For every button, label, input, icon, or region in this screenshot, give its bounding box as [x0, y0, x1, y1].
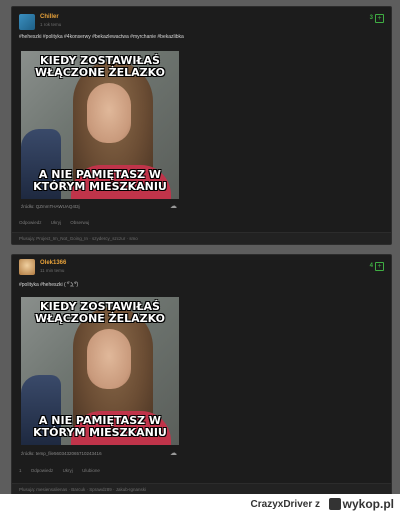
wykop-logo: wykop.pl	[328, 497, 394, 511]
meme-bottom-caption: A NIE PAMIĘTASZ W KTÓRYM MIESZKANIU	[33, 414, 167, 439]
meme-top-caption: KIEDY ZOSTAWIŁAŚ WŁĄCZONE ŻELAZKO	[34, 300, 166, 325]
entry-actions: 1 Odpowiedz Ukryj Ulubione	[19, 468, 108, 473]
avatar[interactable]	[19, 259, 35, 275]
entry-actions: Odpowiedz Ukryj Obserwuj	[19, 220, 97, 225]
author-name[interactable]: Olek1366	[40, 260, 66, 266]
meme-top-caption: KIEDY ZOSTAWIŁAŚ WŁĄCZONE ŻELAZKO	[34, 54, 166, 79]
voters-list[interactable]: Plusują: Project_Im_Not_Going_In · szyde…	[12, 232, 391, 244]
meme-image[interactable]: KIEDY ZOSTAWIŁAŚ WŁĄCZONE ŻELAZKO A NIE …	[21, 297, 179, 445]
tag-list[interactable]: #polityka #heheszki ( ͡° ͜ʖ ͡°)	[19, 282, 78, 288]
plus-button[interactable]: +	[375, 14, 384, 23]
tag-list[interactable]: #heheszki #polityka #4konserwy #bekazlew…	[19, 34, 184, 40]
post-time[interactable]: 11 min temu	[40, 268, 64, 273]
plus-button[interactable]: +	[375, 262, 384, 271]
avatar[interactable]	[19, 14, 35, 30]
wykop-logo-icon	[328, 498, 341, 510]
image-source[interactable]: źródło: QZmmTHAWUAQ4t3j	[21, 204, 80, 209]
comment-count[interactable]: 1	[19, 468, 22, 473]
cloud-download-icon[interactable]: ☁	[170, 449, 177, 457]
meme-image[interactable]: KIEDY ZOSTAWIŁAŚ WŁĄCZONE ŻELAZKO A NIE …	[21, 51, 179, 199]
cloud-download-icon[interactable]: ☁	[170, 202, 177, 210]
post-time[interactable]: 1 rok temu	[40, 22, 61, 27]
author-name[interactable]: Chiller	[40, 14, 59, 20]
hide-button[interactable]: Ukryj	[51, 220, 61, 225]
meme-bottom-caption: A NIE PAMIĘTASZ W KTÓRYM MIESZKANIU	[33, 168, 167, 193]
meme-face	[87, 83, 131, 143]
favorite-button[interactable]: Ulubione	[82, 468, 100, 473]
reply-button[interactable]: Odpowiedz	[31, 468, 54, 473]
vote-count: 4	[369, 263, 373, 269]
follow-button[interactable]: Obserwuj	[70, 220, 89, 225]
footer-username: CrazyxDriver z	[250, 499, 320, 510]
entry-card: Olek1366 11 min temu 4 + #polityka #hehe…	[11, 254, 392, 496]
brand-text: wykop.pl	[342, 497, 394, 511]
entry-card: Chiller 1 rok temu 3 + #heheszki #polity…	[11, 6, 392, 245]
vote-count: 3	[369, 15, 373, 21]
image-source[interactable]: źródło: temp_file5603432065710243416	[21, 451, 102, 456]
meme-face	[87, 329, 131, 389]
watermark-footer: CrazyxDriver z wykop.pl	[0, 494, 400, 514]
reply-button[interactable]: Odpowiedz	[19, 220, 42, 225]
hide-button[interactable]: Ukryj	[63, 468, 73, 473]
